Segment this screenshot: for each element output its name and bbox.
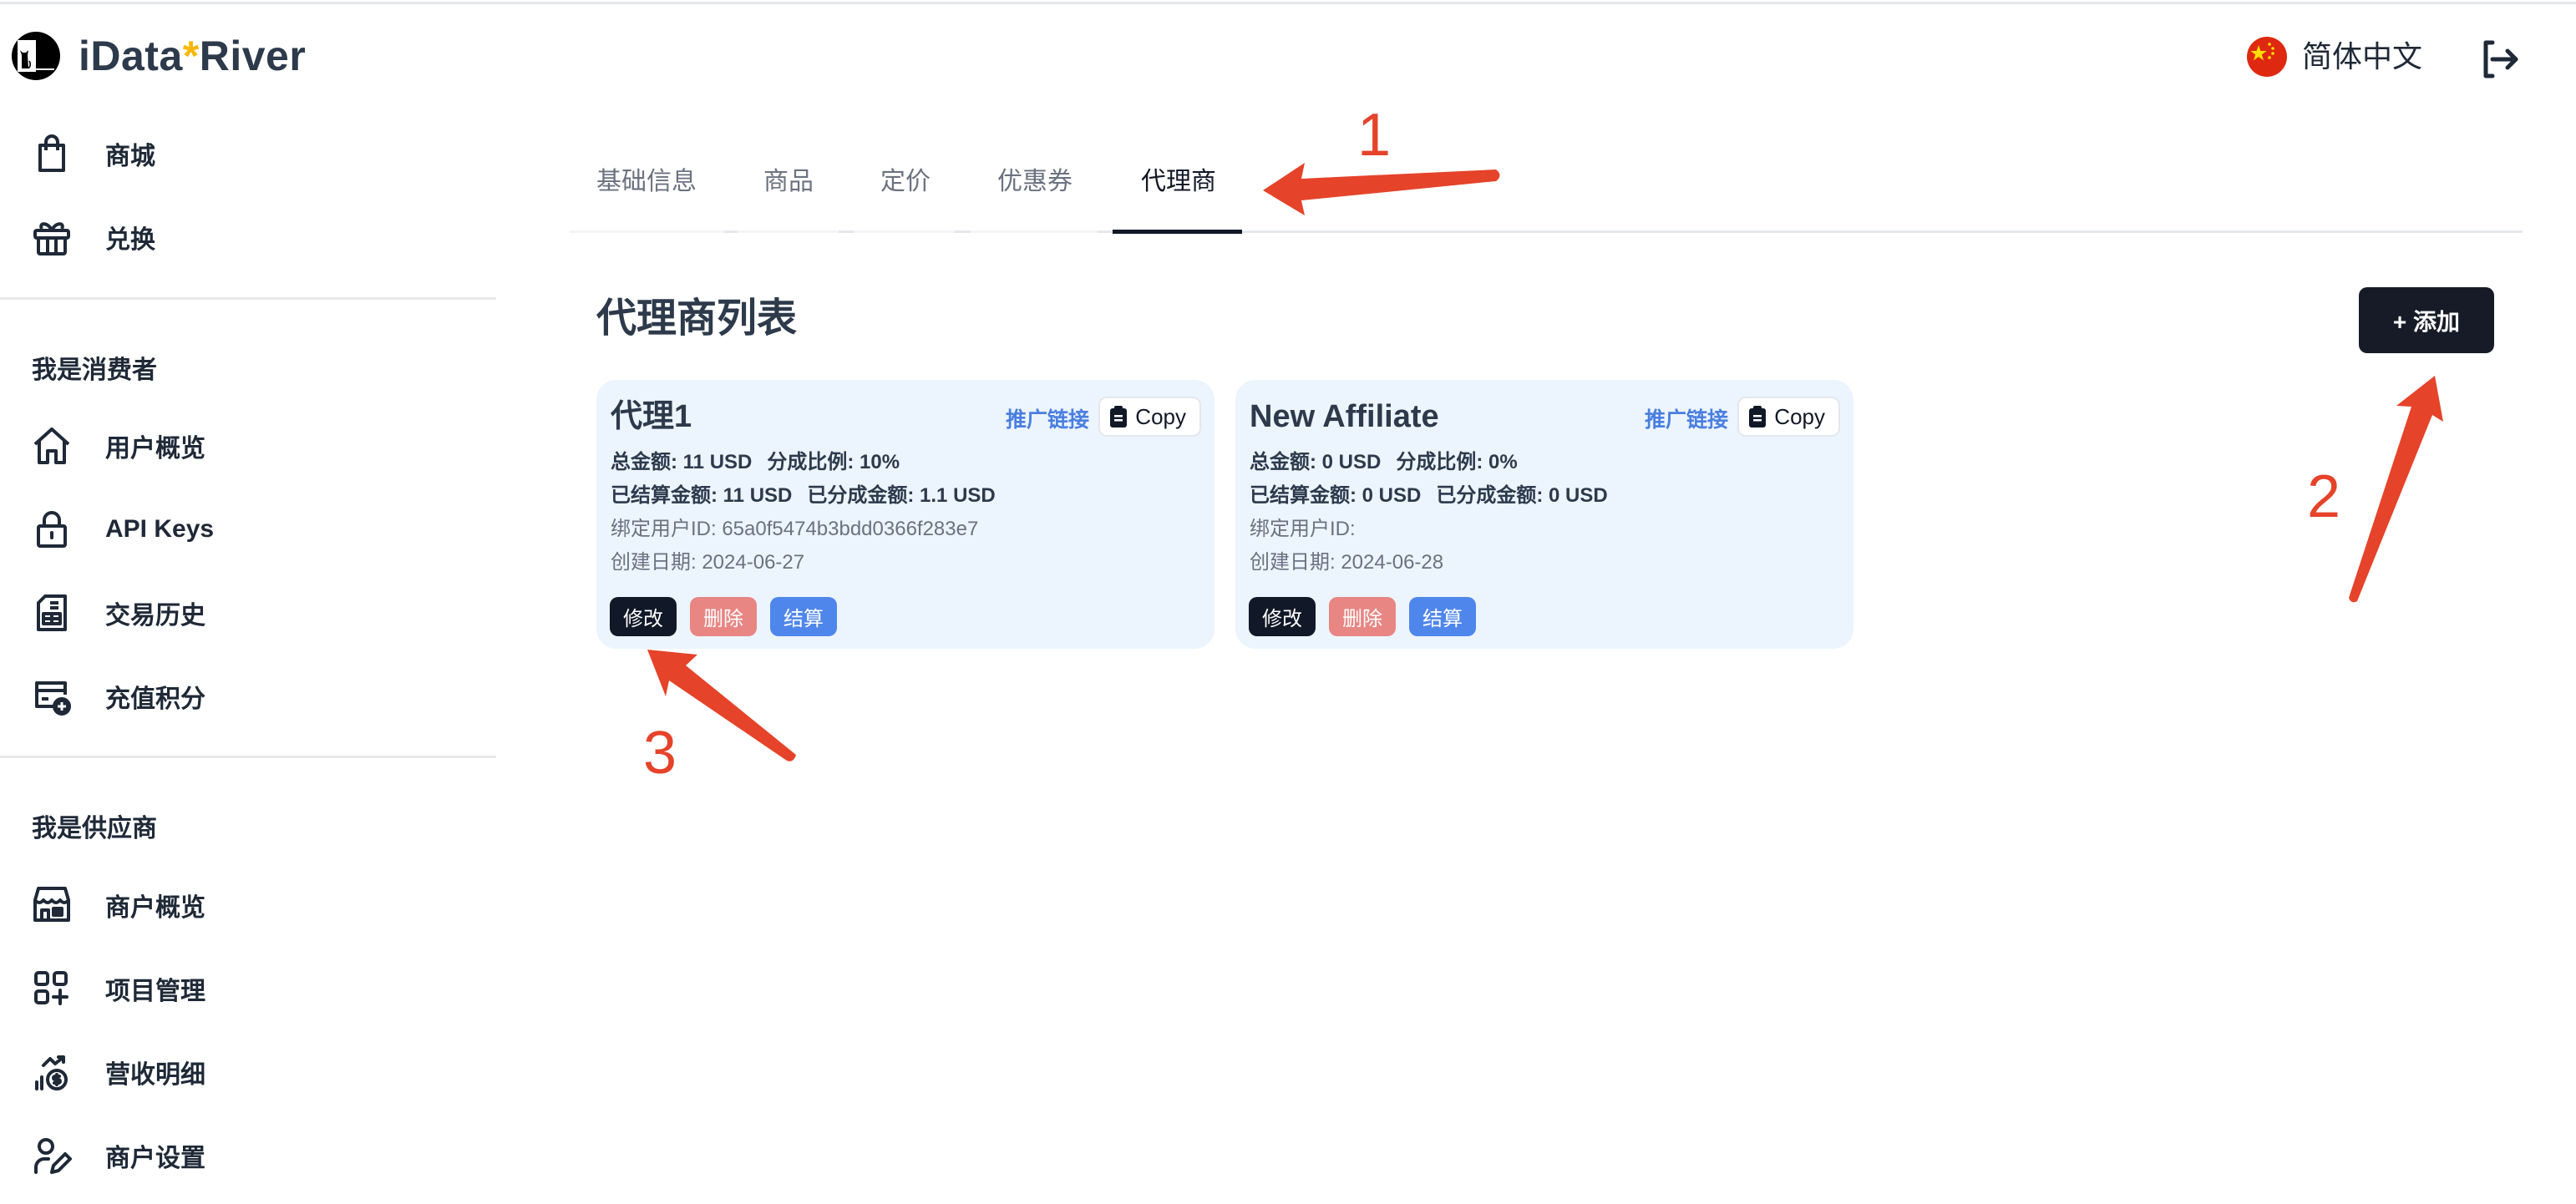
clipboard-icon xyxy=(1749,406,1767,427)
sidebar-item-label: 商户概览 xyxy=(105,894,205,922)
china-flag-icon[interactable] xyxy=(2247,37,2287,77)
sidebar-item-label: 商城 xyxy=(105,143,155,170)
sidebar-item-user-overview[interactable]: 用户概览 xyxy=(0,412,496,479)
sidebar-item-label: 交易历史 xyxy=(105,602,205,630)
tab-track xyxy=(854,230,955,233)
sidebar-item-merchant-settings[interactable]: 商户设置 xyxy=(0,1122,496,1189)
created-date: 创建日期: 2024-06-28 xyxy=(1250,551,1444,574)
tab-track xyxy=(971,230,1098,233)
created-date: 创建日期: 2024-06-27 xyxy=(611,551,805,574)
amount-row: 总金额: 0 USD 分成比例: 0% xyxy=(1250,450,1518,475)
sidebar-item-redeem[interactable]: 兑换 xyxy=(0,204,496,271)
edit-button[interactable]: 修改 xyxy=(610,597,677,636)
amount-row: 总金额: 11 USD 分成比例: 10% xyxy=(611,450,900,475)
sidebar-divider xyxy=(0,756,496,758)
annotation-number-3: 3 xyxy=(643,720,677,787)
brand-name-left: iData xyxy=(79,33,183,79)
revenue-icon xyxy=(32,1052,72,1092)
sidebar-item-label: API Keys xyxy=(105,515,215,543)
sidebar-item-label: 充值积分 xyxy=(105,685,205,713)
sidebar-item-label: 用户概览 xyxy=(105,435,205,463)
affiliate-card: 代理1 推广链接 Copy 总金额: 11 USD 分成比例: 10% 已结算金额… xyxy=(596,380,1214,649)
settlement-row: 已结算金额: 0 USD 已分成金额: 0 USD xyxy=(1250,483,1608,508)
total-amount: 总金额: 0 USD xyxy=(1250,451,1382,473)
sidebar-item-mall[interactable]: 商城 xyxy=(0,120,496,187)
brand-name[interactable]: iData*River xyxy=(79,30,306,82)
shared-amount: 已分成金额: 1.1 USD xyxy=(807,484,996,507)
affiliate-name: New Affiliate xyxy=(1250,399,1439,434)
tab-products[interactable]: 商品 xyxy=(763,165,814,199)
copy-button[interactable]: Copy xyxy=(1737,397,1840,437)
affiliate-card: New Affiliate 推广链接 Copy 总金额: 0 USD 分成比例: … xyxy=(1235,380,1853,649)
tab-basic-info[interactable]: 基础信息 xyxy=(596,165,697,199)
settled-amount: 已结算金额: 11 USD xyxy=(611,484,793,507)
promo-link[interactable]: 推广链接 xyxy=(1645,405,1728,435)
share-ratio: 分成比例: 0% xyxy=(1396,451,1518,473)
sidebar-item-label: 商户设置 xyxy=(105,1145,205,1172)
copy-button[interactable]: Copy xyxy=(1098,397,1201,437)
supplier-section-title: 我是供应商 xyxy=(32,815,157,842)
settle-button[interactable]: 结算 xyxy=(1409,597,1476,636)
sidebar-divider xyxy=(0,297,496,300)
promo-link[interactable]: 推广链接 xyxy=(1006,405,1089,435)
card-plus-icon xyxy=(32,676,72,716)
copy-label: Copy xyxy=(1774,403,1825,429)
tab-pricing[interactable]: 定价 xyxy=(880,165,931,199)
bound-user-id: 绑定用户ID: xyxy=(1250,518,1356,540)
grid-plus-icon xyxy=(32,969,72,1009)
delete-button[interactable]: 删除 xyxy=(690,597,757,636)
sidebar-item-label: 营收明细 xyxy=(105,1061,205,1089)
tab-track xyxy=(570,230,724,233)
annotation-arrow-1 xyxy=(1263,163,1500,215)
edit-button[interactable]: 修改 xyxy=(1249,597,1316,636)
consumer-section-title: 我是消费者 xyxy=(32,357,157,384)
bound-user-id: 绑定用户ID: 65a0f5474b3bdd0366f283e7 xyxy=(611,518,979,540)
settled-amount: 已结算金额: 0 USD xyxy=(1250,484,1422,507)
sidebar-item-label: 项目管理 xyxy=(105,978,205,1005)
sidebar-item-revenue-details[interactable]: 营收明细 xyxy=(0,1039,496,1105)
annotation-number-1: 1 xyxy=(1357,102,1392,169)
sidebar-item-project-management[interactable]: 项目管理 xyxy=(0,955,496,1022)
shared-amount: 已分成金额: 0 USD xyxy=(1436,484,1608,507)
tab-coupons[interactable]: 优惠券 xyxy=(997,165,1072,199)
shopping-bag-icon xyxy=(32,134,72,174)
receipt-icon xyxy=(32,593,72,633)
share-ratio: 分成比例: 10% xyxy=(767,451,900,473)
delete-button[interactable]: 删除 xyxy=(1329,597,1396,636)
language-selector[interactable]: 简体中文 xyxy=(2302,38,2422,75)
lock-icon xyxy=(32,509,72,549)
sidebar-item-top-up[interactable]: 充值积分 xyxy=(0,663,496,730)
top-border xyxy=(0,2,2576,4)
page-title: 代理商列表 xyxy=(596,296,798,341)
affiliate-name: 代理1 xyxy=(611,399,692,434)
clipboard-icon xyxy=(1110,406,1128,427)
sidebar-item-transaction-history[interactable]: 交易历史 xyxy=(0,579,496,646)
home-icon xyxy=(32,426,72,466)
settlement-row: 已结算金额: 11 USD 已分成金额: 1.1 USD xyxy=(611,483,996,508)
brand-star: * xyxy=(182,33,200,79)
user-edit-icon xyxy=(32,1136,72,1176)
active-tab-indicator xyxy=(1113,230,1242,234)
copy-label: Copy xyxy=(1135,403,1186,429)
tab-track xyxy=(738,230,839,233)
brand-name-right: River xyxy=(199,33,307,79)
cat-logo-icon[interactable] xyxy=(10,30,62,82)
sidebar-item-merchant-overview[interactable]: 商户概览 xyxy=(0,872,496,938)
annotation-number-2: 2 xyxy=(2307,463,2341,530)
logout-icon[interactable] xyxy=(2479,38,2521,80)
settle-button[interactable]: 结算 xyxy=(770,597,837,636)
add-affiliate-button[interactable]: + 添加 xyxy=(2359,287,2494,353)
total-amount: 总金额: 11 USD xyxy=(611,451,753,473)
annotation-arrow-2 xyxy=(2349,376,2443,603)
store-icon xyxy=(32,885,72,925)
tab-affiliates[interactable]: 代理商 xyxy=(1141,165,1216,199)
gift-icon xyxy=(32,217,72,257)
sidebar-item-label: 兑换 xyxy=(105,226,155,254)
sidebar-item-api-keys[interactable]: API Keys xyxy=(0,496,496,563)
